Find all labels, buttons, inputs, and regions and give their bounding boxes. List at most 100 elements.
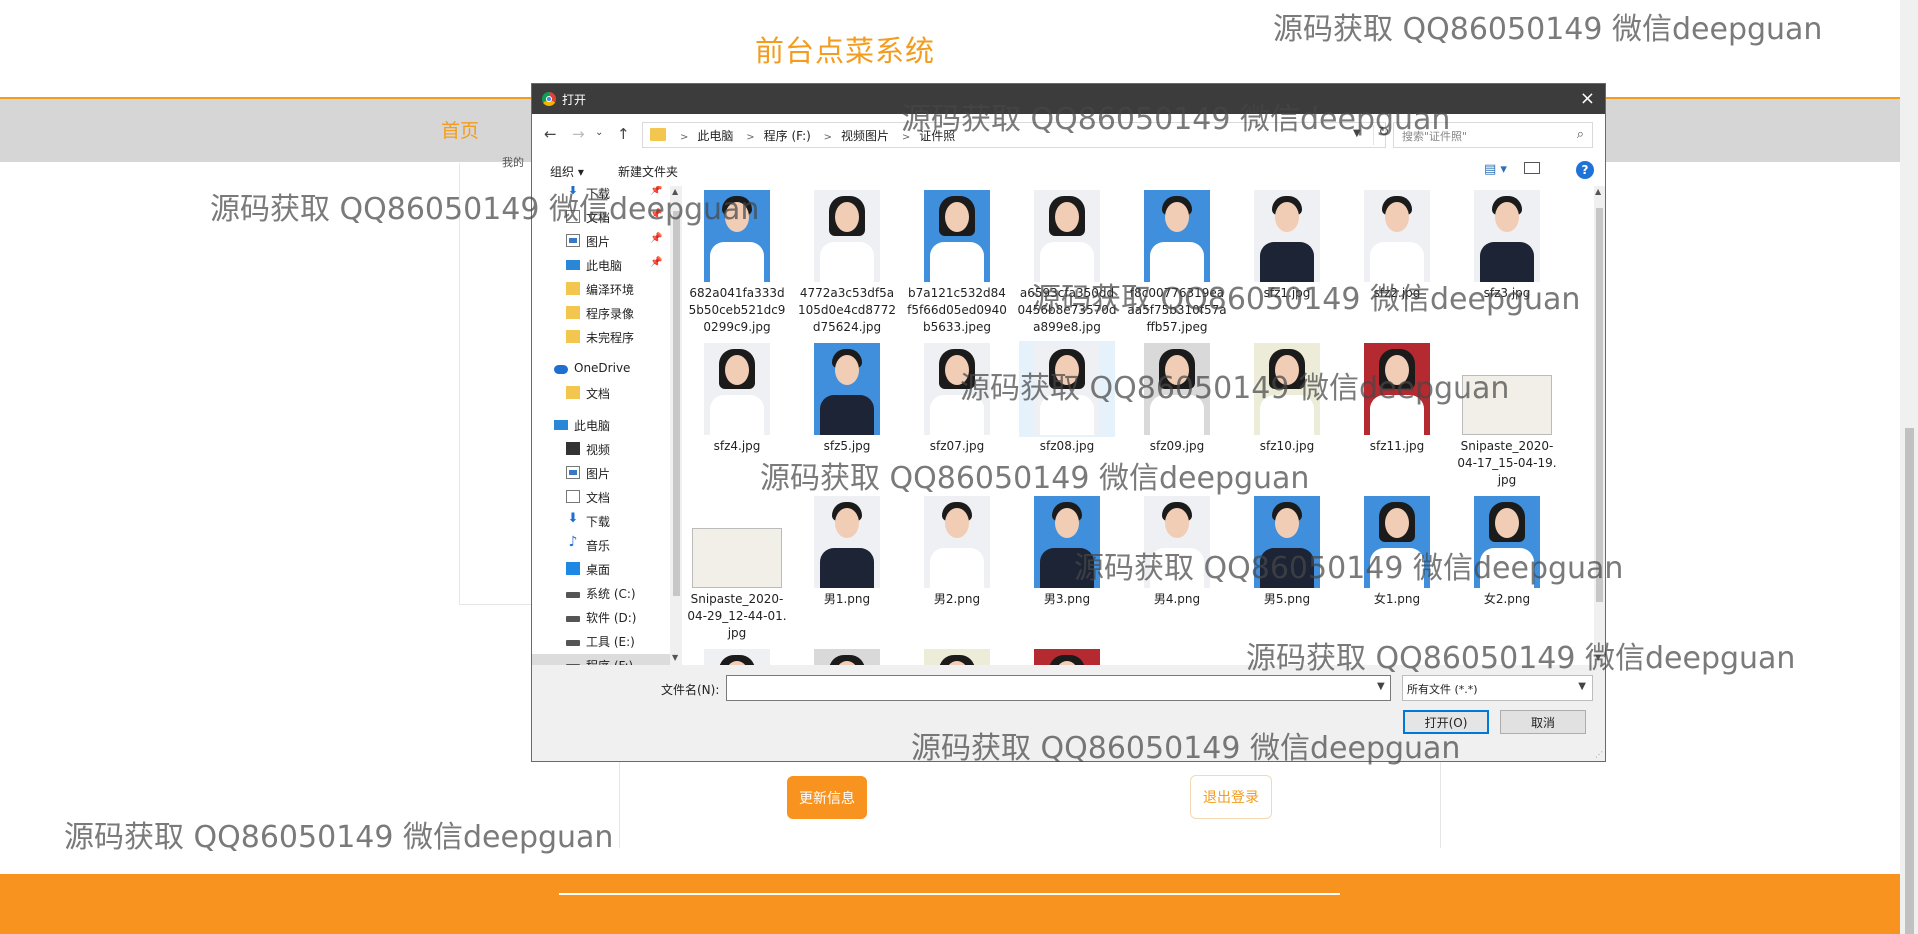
- nav-pane-scrollbar-thumb[interactable]: [673, 211, 680, 596]
- file-thumbnail: [1239, 341, 1335, 437]
- open-button[interactable]: 打开(O): [1403, 710, 1489, 734]
- file-item[interactable]: [797, 647, 897, 665]
- forward-arrow-icon[interactable]: →: [572, 125, 585, 143]
- scroll-down-icon[interactable]: ▼: [672, 653, 678, 662]
- photo-shape: [1385, 508, 1409, 538]
- help-icon[interactable]: ?: [1576, 161, 1594, 179]
- nav-item-label: OneDrive: [574, 361, 631, 375]
- nav-item[interactable]: 此电脑: [532, 414, 682, 436]
- file-item[interactable]: [687, 647, 787, 665]
- nav-item[interactable]: 桌面: [532, 558, 682, 580]
- breadcrumb-item[interactable]: 证件照: [919, 129, 955, 143]
- nav-home-link[interactable]: 首页: [441, 116, 479, 143]
- logout-button[interactable]: 退出登录: [1190, 775, 1272, 819]
- file-item[interactable]: [907, 647, 1007, 665]
- file-thumbnail: [1459, 341, 1555, 437]
- refresh-icon[interactable]: ↻: [1373, 125, 1394, 145]
- nav-item[interactable]: 未完程序: [532, 326, 682, 348]
- file-item[interactable]: 男4.png: [1127, 494, 1227, 608]
- address-bar[interactable]: > 此电脑 > 程序 (F:) > 视频图片 > 证件照 ▼ ↻: [642, 122, 1389, 148]
- new-folder-button[interactable]: 新建文件夹: [618, 163, 678, 180]
- nav-item[interactable]: 文档: [532, 382, 682, 404]
- file-item[interactable]: 女1.png: [1347, 494, 1447, 608]
- nav-item[interactable]: 图片 📌: [532, 230, 682, 252]
- view-options-icon[interactable]: ▤ ▾: [1484, 162, 1507, 177]
- file-item[interactable]: 女2.png: [1457, 494, 1557, 608]
- file-item[interactable]: Snipaste_2020-04-17_15-04-19.jpg: [1457, 341, 1557, 489]
- nav-item[interactable]: 文档: [532, 486, 682, 508]
- chevron-down-icon[interactable]: ▼: [1353, 128, 1361, 139]
- file-name: sfz2.jpg: [1373, 286, 1421, 300]
- scroll-down-icon[interactable]: ▼: [1595, 653, 1601, 662]
- file-item[interactable]: 男2.png: [907, 494, 1007, 608]
- cloud-icon: [554, 365, 568, 374]
- breadcrumb-item[interactable]: 此电脑: [697, 129, 733, 143]
- photo-shape: [1480, 242, 1534, 282]
- folder-icon: [566, 282, 580, 295]
- cancel-button[interactable]: 取消: [1500, 710, 1586, 734]
- nav-item[interactable]: 此电脑 📌: [532, 254, 682, 276]
- file-item[interactable]: sfz4.jpg: [687, 341, 787, 455]
- file-item[interactable]: sfz09.jpg: [1127, 341, 1227, 455]
- scroll-up-icon[interactable]: ▲: [672, 187, 678, 196]
- portrait-photo: [1474, 496, 1540, 588]
- nav-item[interactable]: 文档 📌: [532, 206, 682, 228]
- nav-item[interactable]: 软件 (D:): [532, 606, 682, 628]
- close-icon[interactable]: ×: [1580, 88, 1595, 109]
- file-grid-scrollbar-thumb[interactable]: [1596, 208, 1603, 602]
- nav-item[interactable]: 程序 (F:): [532, 654, 682, 665]
- file-item[interactable]: sfz08.jpg: [1017, 341, 1117, 455]
- photo-shape: [1370, 395, 1424, 435]
- file-item[interactable]: 男3.png: [1017, 494, 1117, 608]
- chevron-down-icon[interactable]: ▼: [1377, 681, 1385, 692]
- recent-locations-icon[interactable]: ⌄: [595, 127, 603, 138]
- update-info-button[interactable]: 更新信息: [787, 776, 867, 819]
- nav-item[interactable]: OneDrive: [532, 358, 682, 380]
- nav-item[interactable]: 工具 (E:): [532, 630, 682, 652]
- photo-shape: [1370, 548, 1424, 588]
- scroll-up-icon[interactable]: ▲: [1595, 187, 1601, 196]
- file-name: sfz11.jpg: [1369, 439, 1425, 453]
- dialog-titlebar[interactable]: 打开 ×: [532, 84, 1605, 114]
- file-item[interactable]: 4772a3c53df5a105d0e4cd8772d75624.jpg: [797, 188, 897, 336]
- file-item[interactable]: sfz07.jpg: [907, 341, 1007, 455]
- nav-item[interactable]: ⬇ 下载: [532, 510, 682, 532]
- file-item[interactable]: 男1.png: [797, 494, 897, 608]
- organize-button[interactable]: 组织 ▾: [550, 163, 584, 180]
- nav-item[interactable]: ♪ 音乐: [532, 534, 682, 556]
- nav-item[interactable]: ⬇ 下载 📌: [532, 186, 682, 204]
- search-input[interactable]: 搜索"证件照" ⌕: [1393, 122, 1593, 148]
- nav-item[interactable]: 视频: [532, 438, 682, 460]
- nav-item[interactable]: 编泽环境: [532, 278, 682, 300]
- page-scrollbar-thumb[interactable]: [1905, 428, 1914, 934]
- file-item[interactable]: sfz5.jpg: [797, 341, 897, 455]
- up-arrow-icon[interactable]: ↑: [617, 125, 630, 143]
- file-item[interactable]: f8c00776319eaaa5f75b310f57affb57.jpeg: [1127, 188, 1227, 336]
- file-item[interactable]: sfz11.jpg: [1347, 341, 1447, 455]
- file-item[interactable]: sfz2.jpg: [1347, 188, 1447, 302]
- filetype-select[interactable]: 所有文件 (*.*) ▼: [1402, 675, 1593, 701]
- portrait-photo: [1254, 190, 1320, 282]
- file-item[interactable]: 男5.png: [1237, 494, 1337, 608]
- file-item[interactable]: Snipaste_2020-04-29_12-44-01.jpg: [687, 494, 787, 642]
- preview-pane-icon[interactable]: [1524, 162, 1540, 174]
- file-item[interactable]: [1017, 647, 1117, 665]
- file-item[interactable]: 682a041fa333d5b50ceb521dc90299c9.jpg: [687, 188, 787, 336]
- nav-item[interactable]: 图片: [532, 462, 682, 484]
- portrait-photo: [924, 190, 990, 282]
- chevron-right-icon: >: [901, 132, 911, 143]
- chevron-right-icon: >: [680, 132, 689, 143]
- file-item[interactable]: b7a121c532d84f5f66d05ed0940b5633.jpeg: [907, 188, 1007, 336]
- file-item[interactable]: a6593cfa350dd0456b8e73570da899e8.jpg: [1017, 188, 1117, 336]
- back-arrow-icon[interactable]: ←: [544, 125, 557, 143]
- resize-grip-icon[interactable]: ⋰: [1595, 750, 1603, 759]
- file-item[interactable]: sfz3.jpg: [1457, 188, 1557, 302]
- portrait-photo: [924, 496, 990, 588]
- nav-item[interactable]: 程序录像: [532, 302, 682, 324]
- filename-input[interactable]: ▼: [726, 675, 1391, 701]
- breadcrumb-item[interactable]: 程序 (F:): [764, 129, 811, 143]
- file-item[interactable]: sfz1.jpg: [1237, 188, 1337, 302]
- nav-item[interactable]: 系统 (C:): [532, 582, 682, 604]
- breadcrumb-item[interactable]: 视频图片: [841, 129, 889, 143]
- file-item[interactable]: sfz10.jpg: [1237, 341, 1337, 455]
